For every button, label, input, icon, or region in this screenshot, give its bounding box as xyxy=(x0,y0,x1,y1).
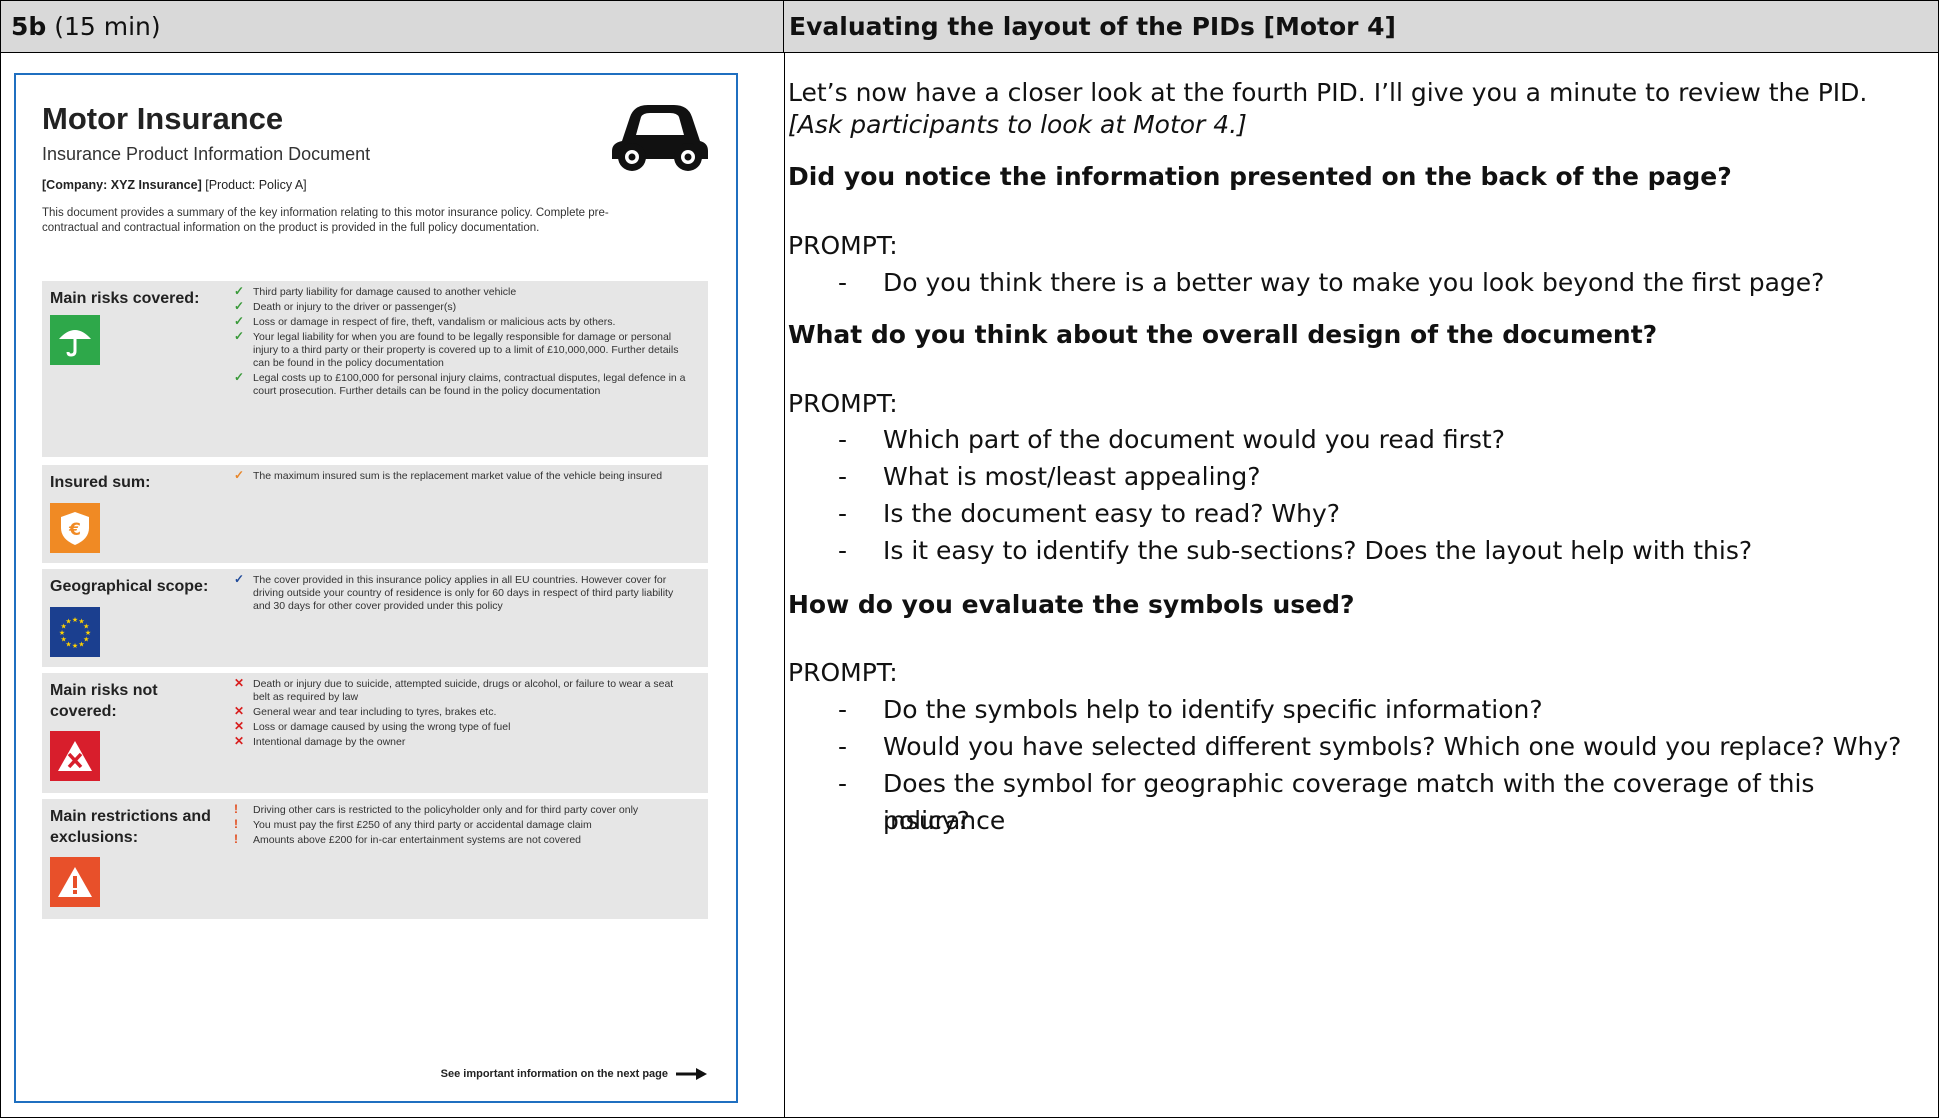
list-item: ✕ Loss or damage caused by using the wron… xyxy=(234,719,511,734)
list-item: ✓ Legal costs up to £100,000 for personal… xyxy=(234,370,686,398)
arrow-right-icon xyxy=(676,1068,707,1080)
eu-star: ★ xyxy=(83,623,89,631)
section-label: Insured sum: xyxy=(50,474,151,491)
dash-bullet: - xyxy=(838,425,848,454)
section-insured-sum: Insured sum: € ✓ The maximum insured sum … xyxy=(42,465,708,563)
list-item: ✕ Intentional damage by the owner xyxy=(234,734,406,749)
list-item: ✓ Death or injury to the driver or passen… xyxy=(234,299,457,314)
next-page-text: See important information on the next pa… xyxy=(440,1068,668,1080)
prompt-item: Do you think there is a better way to ma… xyxy=(883,268,1825,297)
dash-bullet: - xyxy=(838,268,848,297)
prompt-item: Would you have selected different symbol… xyxy=(883,732,1902,761)
section-label: Geographical scope: xyxy=(50,578,209,595)
list-item: ! Amounts above £200 for in-car entertain… xyxy=(234,832,582,847)
section-main-restrictions: Main restrictions and exclusions: ! Drivi… xyxy=(42,799,708,919)
dash-bullet: - xyxy=(838,499,848,528)
dash-bullet: - xyxy=(838,462,848,491)
list-item: ✓ The maximum insured sum is the replacem… xyxy=(234,468,663,483)
next-page-note: See important information on the next pa… xyxy=(441,1067,708,1081)
eu-flag-icon: ★ ★ ★ ★ ★ ★ ★ ★ ★ ★ ★ ★ xyxy=(50,607,100,657)
section-title: Evaluating the layout of the PIDs [Motor… xyxy=(784,1,1938,53)
section-items: ✓ The maximum insured sum is the replacem… xyxy=(234,468,690,485)
question-2: What do you think about the overall desi… xyxy=(788,320,1658,349)
pid-document: Motor Insurance Insurance Product Inform… xyxy=(14,73,738,1103)
section-main-risks-covered: Main risks covered: ✓ Third party liabili… xyxy=(42,281,708,457)
euro-shield-icon: € xyxy=(50,503,100,553)
dash-bullet: - xyxy=(838,732,848,761)
list-item: ✓ Third party liability for damage caused… xyxy=(234,284,517,299)
list-item: ✓ Your legal liability for when you are f… xyxy=(234,329,679,370)
section-label: Main restrictions and exclusions: xyxy=(50,808,211,846)
section-duration: (15 min) xyxy=(46,12,161,41)
section-items: ✓ The cover provided in this insurance po… xyxy=(234,572,690,615)
pid-company-product: [Company: XYZ Insurance] [Product: Polic… xyxy=(42,178,307,192)
prompt-item: What is most/least appealing? xyxy=(883,462,1261,491)
prompt-item: Do the symbols help to identify specific… xyxy=(883,695,1543,724)
list-item: ✓ Loss or damage in respect of fire, thef… xyxy=(234,314,616,329)
prompt-label-1: PROMPT: xyxy=(788,231,898,260)
dash-bullet: - xyxy=(838,695,848,724)
section-items: ! Driving other cars is restricted to the… xyxy=(234,802,690,849)
pid-company: [Company: XYZ Insurance] xyxy=(42,178,202,192)
column-divider xyxy=(784,53,785,1117)
question-1: Did you notice the information presented… xyxy=(788,162,1732,191)
pid-subtitle: Insurance Product Information Document xyxy=(42,144,371,164)
prompt-item: Is the document easy to read? Why? xyxy=(883,499,1341,528)
prompt-label-3: PROMPT: xyxy=(788,658,898,687)
section-items: ✕ Death or injury due to suicide, attempt… xyxy=(234,676,690,751)
section-items: ✓ Third party liability for damage caused… xyxy=(234,284,690,400)
eu-star: ★ xyxy=(78,640,84,648)
section-label: Main risks not covered: xyxy=(50,682,158,720)
question-3: How do you evaluate the symbols used? xyxy=(788,590,1355,619)
svg-text:€: € xyxy=(68,520,81,540)
section-number: 5b xyxy=(11,12,47,41)
list-item: ✕ Death or injury due to suicide, attempt… xyxy=(234,676,674,704)
prompt-item: Is it easy to identify the sub-sections?… xyxy=(883,536,1753,565)
pid-intro: This document provides a summary of the … xyxy=(42,207,609,234)
section-main-risks-not-covered: Main risks not covered: ✕ Death or injury… xyxy=(42,673,708,793)
section-label: Main risks covered: xyxy=(50,290,200,307)
eu-star: ★ xyxy=(72,616,78,624)
prompt-item: Which part of the document would you rea… xyxy=(883,425,1505,454)
pid-title: Motor Insurance xyxy=(42,101,284,136)
pid-product: [Product: Policy A] xyxy=(201,178,307,192)
intro-text: Let’s now have a closer look at the four… xyxy=(788,78,1868,107)
dash-bullet: - xyxy=(838,536,848,565)
car-icon xyxy=(612,105,708,171)
prompt-label-2: PROMPT: xyxy=(788,389,898,418)
section-header-cell: 5b (15 min) xyxy=(1,1,784,53)
list-item: ! Driving other cars is restricted to the… xyxy=(234,802,639,817)
dash-bullet: - xyxy=(838,769,848,798)
eu-star: ★ xyxy=(72,642,78,650)
umbrella-icon xyxy=(50,315,100,365)
cross-warning-icon xyxy=(50,731,100,781)
list-item: ✓ The cover provided in this insurance po… xyxy=(234,572,674,613)
exclamation-warning-icon xyxy=(50,857,100,907)
list-item: ! You must pay the first £250 of any thir… xyxy=(234,817,592,832)
eu-star: ★ xyxy=(65,618,71,626)
prompt-item-continued: policy? xyxy=(883,806,970,835)
intro-instruction: [Ask participants to look at Motor 4.] xyxy=(788,110,1247,139)
list-item: ✕ General wear and tear including to tyre… xyxy=(234,704,497,719)
section-geographical-scope: Geographical scope: ★ ★ ★ ★ ★ ★ ★ ★ ★ ★ ★ ★ ✓ The co… xyxy=(42,569,708,667)
